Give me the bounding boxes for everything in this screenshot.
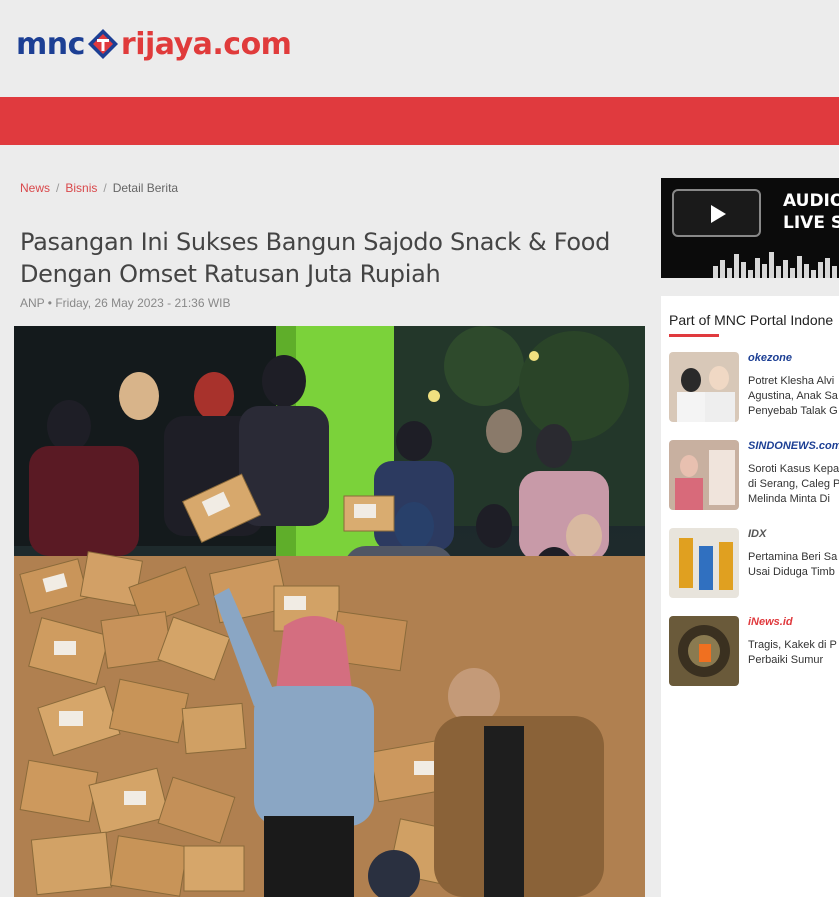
headline-line: Usai Diduga Timb <box>748 566 835 578</box>
play-button[interactable] <box>672 189 761 237</box>
headline-line: Agustina, Anak Sa <box>748 390 838 402</box>
news-headline[interactable]: Potret Klesha Alvi Agustina, Anak Sa Pen… <box>748 374 839 419</box>
play-icon <box>711 205 726 223</box>
portal-heading: Part of MNC Portal Indone <box>669 312 834 328</box>
headline-line: Potret Klesha Alvi <box>748 375 835 387</box>
headline-line: Melinda Minta Di <box>748 493 830 505</box>
news-source-okezone: okezone <box>748 352 793 364</box>
news-headline[interactable]: Pertamina Beri Sa Usai Diduga Timb <box>748 550 839 580</box>
breadcrumb-bisnis[interactable]: Bisnis <box>65 181 97 195</box>
portal-news-item[interactable]: SINDONEWS.com Soroti Kasus Kepa di Seran… <box>669 440 839 512</box>
headline-line: Pertamina Beri Sa <box>748 551 838 563</box>
logo-text-rest: rijaya.com <box>120 26 292 62</box>
headline-line: Tragis, Kakek di P <box>748 639 837 651</box>
news-thumbnail[interactable] <box>669 440 739 510</box>
news-source-sindonews: SINDONEWS.com <box>748 440 839 452</box>
breadcrumb-current: Detail Berita <box>112 181 179 195</box>
mnc-portal-box: Part of MNC Portal Indone okezone Potret… <box>661 296 839 897</box>
player-title-line1: AUDIO <box>783 191 839 211</box>
logo-mark-icon <box>86 27 120 61</box>
news-thumbnail[interactable] <box>669 528 739 598</box>
equalizer-icon <box>713 252 837 278</box>
breadcrumb-separator: / <box>103 181 107 195</box>
article-photo <box>14 326 645 897</box>
headline-line: Perbaiki Sumur <box>748 654 824 666</box>
breadcrumb: News / Bisnis / Detail Berita <box>20 181 178 195</box>
news-headline[interactable]: Tragis, Kakek di P Perbaiki Sumur <box>748 638 839 668</box>
news-thumbnail[interactable] <box>669 616 739 686</box>
logo-text-mnc: mnc <box>16 26 85 62</box>
breadcrumb-separator: / <box>56 181 60 195</box>
article-meta: ANP • Friday, 26 May 2023 - 21:36 WIB <box>20 296 231 310</box>
breadcrumb-news[interactable]: News <box>20 181 50 195</box>
audio-live-player[interactable]: AUDIO LIVE S <box>661 178 839 278</box>
site-header: mnc rijaya.com <box>0 0 839 97</box>
headline-line: Penyebab Talak G <box>748 405 838 417</box>
portal-news-item[interactable]: okezone Potret Klesha Alvi Agustina, Ana… <box>669 352 839 424</box>
player-title-line2: LIVE S <box>783 213 839 233</box>
headline-line: di Serang, Caleg P <box>748 478 839 490</box>
news-thumbnail[interactable] <box>669 352 739 422</box>
article-title: Pasangan Ini Sukses Bangun Sajodo Snack … <box>20 228 611 288</box>
site-logo[interactable]: mnc rijaya.com <box>16 22 292 66</box>
news-source-idx: IDX <box>748 528 767 540</box>
news-headline[interactable]: Soroti Kasus Kepa di Serang, Caleg P Mel… <box>748 462 839 507</box>
navigation-bar[interactable] <box>0 97 839 145</box>
portal-news-item[interactable]: IDX Pertamina Beri Sa Usai Diduga Timb <box>669 528 839 600</box>
portal-heading-underline <box>669 334 719 337</box>
headline-line: Soroti Kasus Kepa <box>748 463 839 475</box>
portal-news-item[interactable]: iNews.id Tragis, Kakek di P Perbaiki Sum… <box>669 616 839 688</box>
news-source-inews: iNews.id <box>748 616 793 628</box>
player-title: AUDIO LIVE S <box>783 190 839 234</box>
